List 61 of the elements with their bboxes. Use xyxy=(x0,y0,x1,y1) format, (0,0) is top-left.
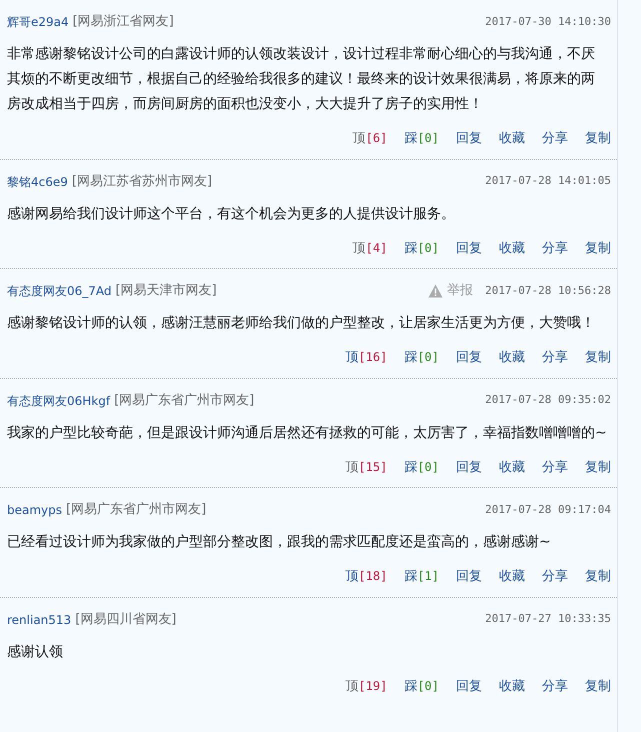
comment-time: 2017-07-27 10:33:35 xyxy=(485,611,611,628)
upvote-button[interactable]: 顶[19] xyxy=(345,676,388,696)
comment-action-link[interactable]: 分享 xyxy=(542,348,568,368)
upvote-button[interactable]: 顶[4] xyxy=(352,238,388,258)
comment-text: 非常感谢黎铭设计公司的白露设计师的认领改装设计，设计过程非常耐心细心的与我沟通，不厌其烦的不断更改细节，根据自己的经验给我很多的建议！最终来的设计效果很满易，将原来的两房改成相当于四房，而房间厨房的面积也没变小，大大提升了房子的实用性！ xyxy=(7,45,596,114)
user-location: [网易四川省网友] xyxy=(75,610,176,629)
downvote-button[interactable]: 踩[0] xyxy=(404,458,439,477)
username[interactable]: 有态度网友06_7Ad xyxy=(7,282,112,300)
comment-text: 感谢网易给我们设计师这个平台，有这个机会为更多的人提供设计服务。 xyxy=(7,204,456,224)
comment-time: 2017-07-28 09:17:04 xyxy=(485,502,611,518)
comment-text: 感谢黎铭设计师的认领，感谢汪慧丽老师给我们做的户型整改，让居家生活更为方便，大赞哦！ xyxy=(7,314,596,333)
username[interactable]: renlian513 xyxy=(7,610,72,628)
user-location: [网易江苏省苏州市网友] xyxy=(72,172,212,191)
username[interactable]: 辉哥e29a4 xyxy=(7,13,69,31)
comment-time: 2017-07-30 14:10:30 xyxy=(485,14,611,30)
comment-time: 2017-07-28 10:56:28 xyxy=(485,282,611,299)
comment-action-link[interactable]: 收藏 xyxy=(499,129,525,148)
comment-text: 感谢认领 xyxy=(7,642,64,662)
comment-time: 2017-07-28 14:01:05 xyxy=(485,173,611,190)
comment-time: 2017-07-28 09:35:02 xyxy=(485,392,611,408)
downvote-button[interactable]: 踩[0] xyxy=(404,129,439,148)
comment-action-link[interactable]: 分享 xyxy=(542,458,568,477)
user-location: [网易广东省广州市网友] xyxy=(114,392,254,410)
upvote-button[interactable]: 顶[15] xyxy=(345,458,388,477)
comment-action-link[interactable]: 回复 xyxy=(456,676,482,696)
comment-action-link[interactable]: 复制 xyxy=(585,458,611,477)
comment-action-link[interactable]: 分享 xyxy=(542,238,568,258)
comment-action-link[interactable]: 分享 xyxy=(542,567,568,586)
username[interactable]: 有态度网友06Hkgf xyxy=(7,392,110,410)
comment-action-link[interactable]: 回复 xyxy=(456,129,482,148)
warning-icon xyxy=(428,284,444,298)
user-location: [网易天津市网友] xyxy=(116,282,217,300)
comment-action-link[interactable]: 复制 xyxy=(585,676,611,696)
comment-text: 已经看过设计师为我家做的户型部分整改图，跟我的需求匹配度还是蛮高的，感谢感谢~ xyxy=(7,533,552,552)
comment-action-link[interactable]: 复制 xyxy=(585,567,611,586)
comment-action-link[interactable]: 收藏 xyxy=(499,676,525,696)
comment-action-link[interactable]: 回复 xyxy=(456,238,482,258)
comment-action-link[interactable]: 收藏 xyxy=(499,567,525,586)
downvote-button[interactable]: 踩[0] xyxy=(404,676,439,696)
user-location: [网易浙江省网友] xyxy=(72,13,174,32)
comment-text: 我家的户型比较奇葩，但是跟设计师沟通后居然还有拯救的可能，太厉害了，幸福指数噌噌噌的~ xyxy=(7,424,608,442)
username[interactable]: 黎铭4c6e9 xyxy=(7,172,68,190)
comment-action-link[interactable]: 分享 xyxy=(542,676,568,696)
comment-action-link[interactable]: 分享 xyxy=(542,129,568,148)
downvote-button[interactable]: 踩[1] xyxy=(404,567,439,586)
comment-action-link[interactable]: 回复 xyxy=(456,567,482,586)
comment-action-link[interactable]: 收藏 xyxy=(499,238,525,258)
comment-action-link[interactable]: 复制 xyxy=(585,129,611,148)
upvote-button[interactable]: 顶[16] xyxy=(345,348,388,368)
comment-action-link[interactable]: 收藏 xyxy=(499,348,525,368)
downvote-button[interactable]: 踩[0] xyxy=(404,348,439,368)
downvote-button[interactable]: 踩[0] xyxy=(404,238,439,258)
comment-action-link[interactable]: 复制 xyxy=(585,348,611,368)
comment-action-link[interactable]: 回复 xyxy=(456,348,482,368)
user-location: [网易广东省广州市网友] xyxy=(66,501,206,520)
upvote-button[interactable]: 顶[18] xyxy=(345,567,388,586)
comment-action-link[interactable]: 收藏 xyxy=(499,458,525,477)
upvote-button[interactable]: 顶[6] xyxy=(352,129,388,148)
comment-action-link[interactable]: 复制 xyxy=(585,238,611,258)
comment-action-link[interactable]: 回复 xyxy=(456,458,482,477)
username[interactable]: beamyps xyxy=(7,501,62,519)
